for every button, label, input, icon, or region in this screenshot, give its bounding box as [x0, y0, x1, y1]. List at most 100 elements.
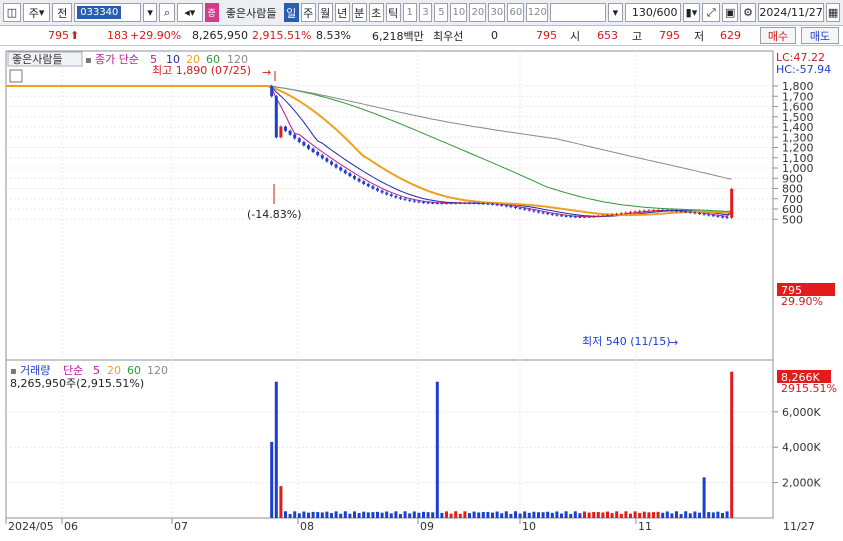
volume-bar	[316, 512, 320, 518]
tick-dropdown-icon[interactable]: ▾	[607, 3, 624, 22]
period-second[interactable]: 초	[368, 3, 384, 22]
price-candle	[422, 202, 425, 204]
price-candle	[730, 189, 734, 218]
quote-low: 629	[720, 29, 741, 42]
code-input[interactable]: 033340	[74, 3, 142, 22]
date-field[interactable]: 2024/11/27	[758, 3, 825, 22]
tick-20[interactable]: 20	[469, 3, 487, 22]
volume-bar	[537, 512, 540, 518]
price-candle	[495, 204, 499, 206]
search-icon[interactable]: ⌕	[159, 3, 175, 22]
tick-1[interactable]: 1	[402, 3, 417, 22]
period-tick[interactable]: 틱	[385, 3, 401, 22]
volume-bar	[403, 511, 407, 518]
period-month[interactable]: 월	[317, 3, 333, 22]
gear-icon[interactable]: ⚙	[740, 3, 757, 22]
tick-30[interactable]: 30	[488, 3, 506, 22]
price-candle	[541, 212, 545, 214]
vol-tick-label: 2,000K	[782, 477, 821, 490]
price-candle	[454, 203, 458, 205]
calendar-icon[interactable]: ▦	[826, 3, 841, 22]
volume-bar	[330, 513, 333, 518]
volume-bar	[320, 512, 324, 518]
volume-bar	[302, 511, 306, 518]
tick-10[interactable]: 10	[450, 3, 468, 22]
volume-bar	[629, 513, 632, 518]
volume-bar	[560, 513, 563, 518]
price-candle	[624, 212, 628, 214]
period-day[interactable]: 일	[283, 3, 299, 22]
stock-chart[interactable]: →→ 1,8001,7001,6001,5001,4001,3001,2001,…	[0, 46, 843, 541]
speaker-icon[interactable]: ◂▾	[176, 3, 203, 22]
price-candle	[412, 200, 416, 202]
price-candle	[665, 210, 669, 212]
quote-price: 795	[48, 29, 69, 42]
quote-volume: 8,265,950	[192, 29, 248, 42]
price-candle	[394, 195, 398, 198]
volume-bar	[449, 513, 453, 518]
up-arrow-icon: ⬆	[70, 29, 80, 42]
mode-select[interactable]: 주 ▾	[22, 3, 51, 22]
volume-bar	[270, 441, 274, 518]
volume-bar	[633, 511, 637, 518]
price-candle	[463, 203, 467, 205]
volume-bar	[656, 511, 660, 518]
last-rate-tag: 29.90%	[781, 295, 823, 308]
volume-bar	[587, 512, 591, 518]
vol-legend-ma20: 20	[107, 364, 121, 377]
layout-icon[interactable]: ◫	[3, 3, 21, 22]
min-annotation: 최저 540 (11/15)	[582, 335, 671, 348]
period-minute[interactable]: 분	[351, 3, 367, 22]
price-candle	[431, 202, 435, 204]
vol-legend-dot-icon: ▪	[10, 366, 17, 377]
tick-5[interactable]: 5	[434, 3, 449, 22]
period-year[interactable]: 년	[334, 3, 350, 22]
drop-annotation: (-14.83%)	[247, 208, 302, 221]
x-end-label: 11/27	[783, 520, 815, 533]
sell-button[interactable]: 매도	[801, 27, 839, 44]
mode-label: 주	[28, 6, 39, 20]
legend-dot-icon: ▪	[85, 55, 92, 66]
vol-tick-label: 6,000K	[782, 406, 821, 419]
volume-bar	[297, 513, 301, 518]
code-dropdown-icon[interactable]: ▾	[143, 3, 158, 22]
quote-high-label: 고	[632, 29, 643, 43]
price-candle	[702, 213, 706, 215]
month-label: 11	[638, 520, 652, 533]
quote-high: 795	[659, 29, 680, 42]
grid-toggle-icon[interactable]	[9, 69, 23, 83]
volume-bar	[389, 513, 393, 518]
volume-bar	[504, 511, 508, 518]
price-candle	[320, 155, 324, 159]
price-candle	[514, 206, 517, 208]
volume-bar	[688, 513, 692, 518]
price-candle	[435, 203, 439, 205]
price-candle	[527, 209, 531, 211]
volume-bar	[353, 511, 356, 518]
count-field[interactable]: 130/600	[625, 3, 681, 22]
buy-button[interactable]: 매수	[760, 27, 796, 44]
price-candle	[504, 205, 508, 207]
tick-60[interactable]: 60	[507, 3, 525, 22]
price-candle	[684, 211, 688, 213]
tick-3[interactable]: 3	[418, 3, 433, 22]
save-icon[interactable]: ▣	[722, 3, 739, 22]
tick-120[interactable]: 120	[526, 3, 549, 22]
price-candle	[698, 213, 701, 215]
volume-bar	[546, 511, 550, 518]
market-select[interactable]: 전	[52, 3, 73, 22]
candle-icon[interactable]: ▮▾	[682, 3, 701, 22]
tick-input[interactable]	[550, 3, 606, 22]
draw-icon[interactable]: ⤢	[702, 3, 721, 22]
price-candle	[399, 197, 402, 199]
volume-bar	[284, 511, 287, 518]
price-candle	[311, 148, 315, 153]
volume-bar	[665, 511, 669, 518]
period-week[interactable]: 주	[300, 3, 316, 22]
price-candle	[500, 204, 504, 206]
volume-bar	[431, 512, 435, 518]
volume-bar	[472, 511, 476, 518]
hc-label: HC:-57.94	[776, 63, 831, 76]
volume-bar	[334, 511, 338, 518]
volume-bar	[702, 477, 706, 518]
